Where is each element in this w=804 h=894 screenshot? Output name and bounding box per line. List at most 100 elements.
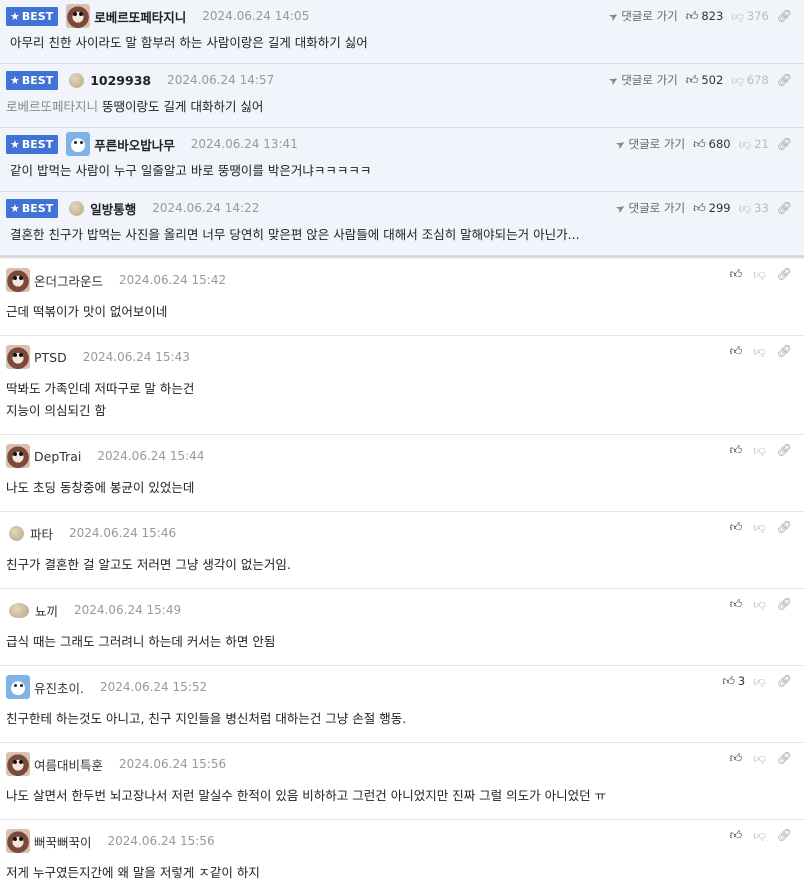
comment-header: ★ BEST 일방통행 2024.06.24 14:22 ➤ 댓글로 가기 👍︎ 29… (6, 192, 798, 224)
comment-author[interactable]: 여름대비특훈 (34, 755, 103, 774)
comment-date: 2024.06.24 13:41 (190, 137, 298, 151)
comment-date: 2024.06.24 14:57 (167, 73, 275, 87)
upvote-button[interactable]: 👍︎ 823 (686, 9, 724, 24)
downvote-button[interactable]: 👍︎ (753, 344, 769, 359)
comment-date: 2024.06.24 15:43 (82, 350, 190, 364)
comment-date: 2024.06.24 15:56 (119, 757, 227, 771)
thumbs-down-icon: 👍︎ (738, 201, 752, 216)
downvote-button[interactable]: 👍︎ (753, 597, 769, 612)
link-icon[interactable]: 🔗︎ (777, 73, 792, 87)
thumbs-up-icon: 👍︎ (729, 596, 743, 611)
link-icon[interactable]: 🔗︎ (777, 137, 792, 151)
comment-author[interactable]: 뇨끼 (35, 601, 58, 620)
thumbs-down-icon: 👍︎ (753, 597, 766, 612)
best-badge: ★ BEST (6, 6, 59, 26)
comment-author[interactable]: 1029938 (90, 73, 151, 88)
upvote-button[interactable]: 👍︎ (730, 344, 746, 359)
upvote-button[interactable]: 👍︎ (730, 597, 746, 612)
thumbs-up-icon: 👍︎ (722, 673, 735, 688)
downvote-button[interactable]: 👍︎ (753, 828, 769, 843)
upvote-button[interactable]: 👍︎ (730, 520, 746, 535)
comment-text: 급식 때는 그래도 그러려니 하는데 커서는 하면 안됨 (6, 634, 276, 649)
comment-text: 나도 초딩 동창중에 봉균이 있었는데 (6, 480, 195, 495)
send-arrow-icon: ➤ (613, 136, 629, 152)
upvote-button[interactable]: 👍︎ 680 (693, 137, 731, 152)
star-icon: ★ (10, 201, 20, 215)
thumbs-down-icon: 👍︎ (753, 674, 766, 689)
downvote-button[interactable]: 👍︎ (753, 751, 769, 766)
downvote-button[interactable]: 👍︎ (753, 443, 769, 458)
best-comment: ★ BEST 로베르또페타지니 2024.06.24 14:05 ➤ 댓글로 가기 … (0, 0, 804, 64)
downvote-button[interactable]: 👍︎ (753, 674, 769, 689)
blue-avatar-icon (66, 132, 91, 156)
bear-avatar-icon (66, 4, 91, 28)
thumbs-up-icon: 👍︎ (729, 827, 743, 842)
comment-actions: ➤ 댓글로 가기 👍︎ 823 👍︎ 376 🔗︎ (606, 0, 792, 32)
thumbs-up-icon: 👍︎ (685, 8, 699, 23)
link-icon[interactable]: 🔗︎ (777, 674, 792, 688)
goto-comment-link[interactable]: ➤ 댓글로 가기 (614, 200, 685, 216)
downvote-button[interactable]: 👍︎ 678 (731, 73, 769, 88)
link-icon[interactable]: 🔗︎ (777, 267, 792, 281)
thumbs-down-icon: 👍︎ (753, 520, 766, 535)
downvote-button[interactable]: 👍︎ 33 (739, 201, 769, 216)
best-badge: ★ BEST (6, 134, 59, 154)
goto-comment-link[interactable]: ➤ 댓글로 가기 (613, 136, 685, 152)
link-icon[interactable]: 🔗︎ (777, 344, 792, 358)
comment-text: 나도 살면서 한두번 뇌고장나서 저런 말실수 한적이 있음 비하하고 그런건 … (6, 788, 607, 803)
comment-header: ★ BEST 로베르또페타지니 2024.06.24 14:05 ➤ 댓글로 가기 … (6, 0, 798, 32)
thumbs-up-icon: 👍︎ (729, 750, 743, 765)
comment-header: 여름대비특훈 2024.06.24 15:56 👍︎ 👍︎ 🔗︎ (6, 743, 798, 785)
comment-actions: ➤ 댓글로 가기 👍︎ 299 👍︎ 33 🔗︎ (614, 192, 792, 224)
link-icon[interactable]: 🔗︎ (777, 597, 792, 611)
thumbs-down-icon: 👍︎ (738, 137, 752, 152)
upvote-button[interactable]: 👍︎ (730, 751, 746, 766)
comment-author[interactable]: 로베르또페타지니 (94, 7, 186, 26)
comment-author[interactable]: 푸른바오밥나무 (94, 135, 175, 154)
comment-actions: 👍︎ 👍︎ 🔗︎ (730, 737, 792, 779)
comment-author[interactable]: 뻐꾹뻐꾹이 (34, 832, 92, 851)
upvote-button[interactable]: 👍︎ (730, 828, 746, 843)
link-icon[interactable]: 🔗︎ (777, 9, 792, 23)
comment-author[interactable]: PTSD (34, 350, 67, 365)
comment: 온더그라운드 2024.06.24 15:42 👍︎ 👍︎ 🔗︎ 근데 떡볶이가… (0, 259, 804, 336)
upvote-button[interactable]: 👍︎ 502 (686, 73, 724, 88)
upvote-button[interactable]: 👍︎ (730, 267, 746, 282)
downvote-button[interactable]: 👍︎ (753, 267, 769, 282)
comment-author[interactable]: 온더그라운드 (34, 271, 103, 290)
link-icon[interactable]: 🔗︎ (777, 201, 792, 215)
link-icon[interactable]: 🔗︎ (777, 751, 792, 765)
comment-text: 저게 누구였든지간에 왜 말을 저렇게 ㅈ같이 하지 (6, 865, 260, 880)
comment-author[interactable]: 일방통행 (90, 199, 136, 218)
link-icon[interactable]: 🔗︎ (777, 828, 792, 842)
thumbs-down-icon: 👍︎ (753, 751, 766, 766)
upvote-button[interactable]: 👍︎ 299 (693, 201, 731, 216)
thumbs-up-icon: 👍︎ (693, 200, 706, 215)
blue-avatar-icon (6, 675, 30, 699)
upvote-button[interactable]: 👍︎ (730, 443, 746, 458)
downvote-button[interactable]: 👍︎ (753, 520, 769, 535)
star-icon: ★ (10, 73, 20, 87)
best-comment: ★ BEST 일방통행 2024.06.24 14:22 ➤ 댓글로 가기 👍︎ 29… (0, 192, 804, 256)
send-arrow-icon: ➤ (606, 8, 621, 24)
dot-avatar-icon (9, 602, 29, 618)
comment-actions: 👍︎ 👍︎ 🔗︎ (730, 253, 792, 295)
bear-avatar-icon (6, 345, 30, 369)
comment: 유진초이. 2024.06.24 15:52 👍︎ 3 👍︎ 🔗︎ 친구한테 하는… (0, 666, 804, 743)
comment-author[interactable]: DepTrai (34, 449, 81, 464)
thumbs-up-icon: 👍︎ (729, 343, 743, 358)
goto-comment-link[interactable]: ➤ 댓글로 가기 (606, 72, 677, 88)
thumbs-down-icon: 👍︎ (731, 9, 744, 24)
comment-header: 유진초이. 2024.06.24 15:52 👍︎ 3 👍︎ 🔗︎ (6, 666, 798, 708)
downvote-button[interactable]: 👍︎ 376 (731, 9, 769, 24)
upvote-button[interactable]: 👍︎ 3 (722, 674, 745, 689)
link-icon[interactable]: 🔗︎ (777, 520, 792, 534)
link-icon[interactable]: 🔗︎ (777, 443, 792, 457)
comment-actions: 👍︎ 👍︎ 🔗︎ (730, 583, 792, 625)
comment-text: 로베르또페타지니 뚱땡이랑도 길게 대화하기 싫어 (6, 99, 264, 114)
comment-author[interactable]: 유진초이. (34, 678, 84, 697)
goto-comment-link[interactable]: ➤ 댓글로 가기 (606, 8, 677, 24)
comment-mention[interactable]: 로베르또페타지니 (6, 99, 98, 114)
downvote-button[interactable]: 👍︎ 21 (739, 137, 769, 152)
comment-author[interactable]: 파타 (30, 524, 53, 543)
